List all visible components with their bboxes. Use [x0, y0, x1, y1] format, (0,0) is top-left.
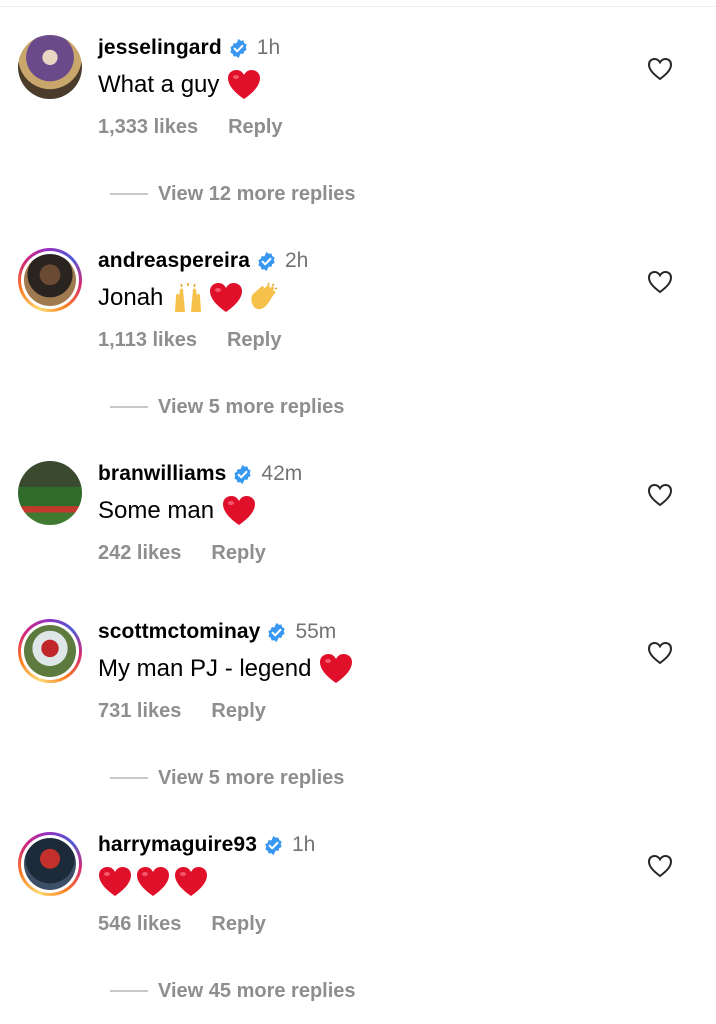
comment-text: Jonah: [98, 281, 285, 315]
avatar[interactable]: [18, 619, 82, 683]
raising-hands-emoji-icon: [175, 283, 202, 312]
reply-button[interactable]: Reply: [227, 329, 281, 352]
timestamp: 42m: [261, 462, 303, 485]
timestamp: 1h: [256, 36, 281, 59]
red-heart-emoji-icon: [223, 496, 256, 525]
verified-badge-icon: [265, 835, 282, 855]
heart-outline-icon[interactable]: [647, 483, 673, 507]
avatar[interactable]: [18, 35, 82, 99]
divider-line: [110, 406, 148, 408]
comment-jesselingard: jesselingard 1h What a guy 1,333 likes R…: [0, 0, 716, 205]
heart-outline-icon[interactable]: [647, 270, 673, 294]
view-more-replies[interactable]: View 5 more replies: [110, 764, 344, 792]
likes-count[interactable]: 1,113 likes: [98, 329, 197, 352]
avatar[interactable]: [18, 461, 82, 525]
username[interactable]: scottmctominay: [98, 620, 260, 644]
comment-text: Some man: [98, 494, 260, 528]
username[interactable]: harrymaguire93: [98, 833, 257, 857]
red-heart-emoji-icon: [228, 70, 261, 99]
red-heart-emoji-icon: [175, 867, 207, 896]
verified-badge-icon: [230, 38, 247, 58]
timestamp: 1h: [291, 833, 316, 856]
divider-line: [110, 777, 148, 779]
timestamp: 2h: [285, 249, 309, 272]
comment-text: My man PJ - legend: [98, 652, 357, 686]
username[interactable]: branwilliams: [98, 462, 226, 486]
comment-branwilliams: branwilliams 42m Some man 242 likes Repl…: [0, 426, 716, 564]
heart-outline-icon[interactable]: [647, 57, 673, 81]
comment-body: What a guy: [98, 71, 220, 98]
likes-count[interactable]: 731 likes: [98, 700, 181, 723]
comment-body: My man PJ - legend: [98, 655, 312, 682]
red-heart-emoji-icon: [99, 867, 131, 896]
timestamp: 55m: [295, 620, 337, 643]
comment-text: What a guy: [98, 68, 265, 102]
heart-outline-icon[interactable]: [647, 854, 673, 878]
reply-button[interactable]: Reply: [228, 116, 282, 139]
comment-body: Jonah: [98, 284, 164, 311]
divider-line: [110, 193, 148, 195]
clapping-hands-emoji-icon: [251, 282, 278, 310]
view-more-replies[interactable]: View 12 more replies: [110, 180, 356, 208]
view-more-replies[interactable]: View 45 more replies: [110, 977, 356, 1005]
likes-count[interactable]: 546 likes: [98, 913, 181, 936]
heart-outline-icon[interactable]: [647, 641, 673, 665]
view-more-label[interactable]: View 45 more replies: [158, 980, 356, 1003]
view-more-label[interactable]: View 12 more replies: [158, 183, 356, 206]
view-more-replies[interactable]: View 5 more replies: [110, 393, 344, 421]
likes-count[interactable]: 242 likes: [98, 542, 181, 565]
verified-badge-icon: [268, 622, 286, 642]
comment-body: Some man: [98, 497, 215, 524]
red-heart-emoji-icon: [210, 283, 243, 312]
view-more-label[interactable]: View 5 more replies: [158, 767, 344, 790]
red-heart-emoji-icon: [320, 654, 353, 683]
reply-button[interactable]: Reply: [211, 913, 265, 936]
verified-badge-icon: [234, 464, 252, 484]
reply-button[interactable]: Reply: [211, 700, 265, 723]
username[interactable]: jesselingard: [98, 36, 222, 60]
verified-badge-icon: [258, 251, 275, 271]
avatar[interactable]: [18, 248, 82, 312]
comment-andreaspereira: andreaspereira 2h Jonah 1,113 likes Repl…: [0, 213, 716, 418]
divider-line: [110, 990, 148, 992]
red-heart-emoji-icon: [137, 867, 169, 896]
comment-scottmctominay: scottmctominay 55m My man PJ - legend 73…: [0, 584, 716, 789]
username[interactable]: andreaspereira: [98, 249, 250, 273]
reply-button[interactable]: Reply: [211, 542, 265, 565]
comment-text: [98, 865, 212, 899]
view-more-label[interactable]: View 5 more replies: [158, 396, 344, 419]
likes-count[interactable]: 1,333 likes: [98, 116, 198, 139]
avatar[interactable]: [18, 832, 82, 896]
comment-harrymaguire93: harrymaguire93 1h 546 likes Reply View 4…: [0, 797, 716, 1002]
